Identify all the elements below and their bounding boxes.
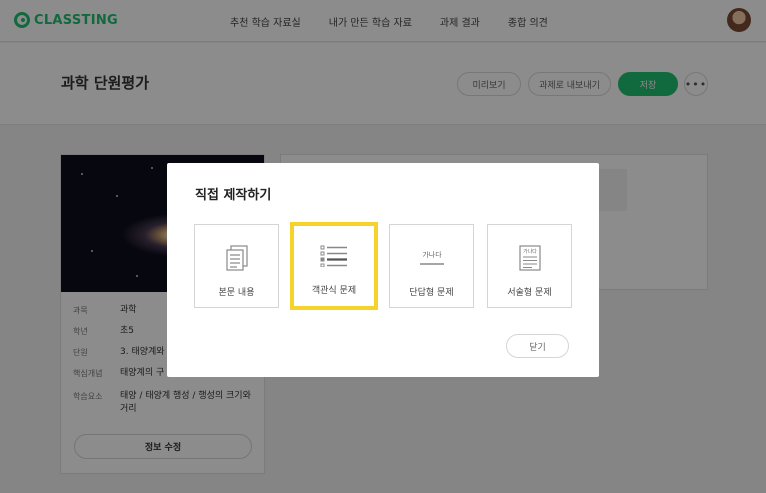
option-essay[interactable]: 가나다 서술형 문제	[487, 224, 572, 308]
short-answer-icon-text: 가나다	[422, 250, 442, 259]
essay-icon: 가나다	[518, 245, 541, 271]
close-button[interactable]: 닫기	[506, 334, 569, 358]
option-body-content[interactable]: 본문 내용	[194, 224, 279, 308]
modal-title: 직접 제작하기	[195, 188, 272, 203]
option-label: 단답형 문제	[409, 288, 454, 298]
option-label: 본문 내용	[218, 288, 255, 298]
option-label: 객관식 문제	[311, 286, 357, 296]
short-answer-icon: 가나다	[418, 245, 446, 271]
document-icon	[225, 245, 249, 271]
create-directly-modal: 직접 제작하기 본문 내용 객관식 문제 가나다 단답형 문제 가나다 서술형 …	[167, 163, 599, 377]
option-label: 서술형 문제	[507, 288, 552, 298]
multiple-choice-icon	[320, 243, 348, 269]
option-short-answer[interactable]: 가나다 단답형 문제	[389, 224, 474, 308]
essay-icon-text: 가나다	[523, 248, 537, 255]
option-multiple-choice[interactable]: 객관식 문제	[290, 222, 378, 310]
